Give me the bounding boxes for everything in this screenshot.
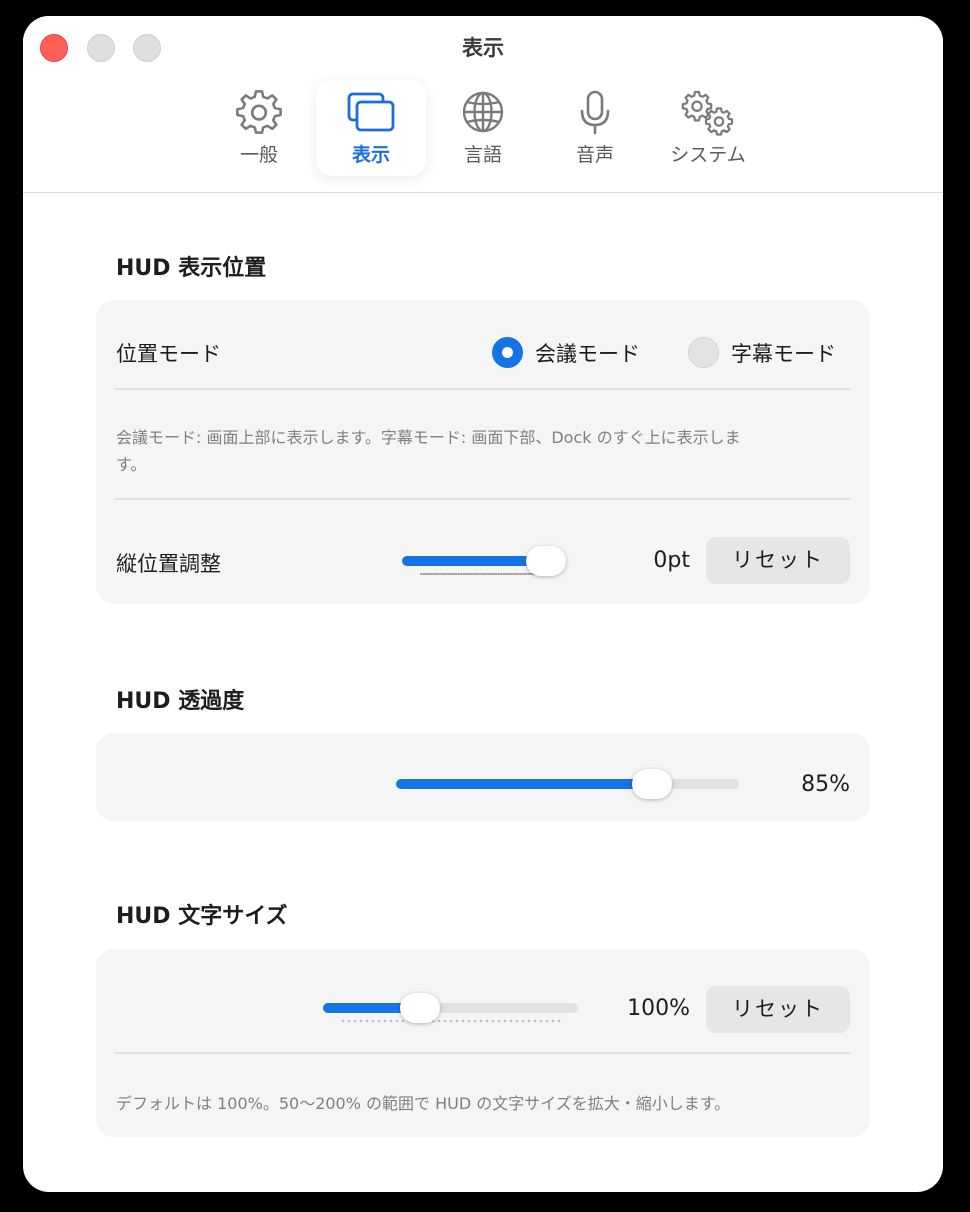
- divider: [115, 498, 851, 500]
- tab-system[interactable]: システム: [652, 80, 764, 176]
- section-title-hud-position: HUD 表示位置: [116, 256, 267, 281]
- text-size-description: デフォルトは 100%。50〜200% の範囲で HUD の文字サイズを拡大・縮…: [116, 1094, 731, 1113]
- window-title: 表示: [462, 36, 504, 60]
- tab-display-label: 表示: [351, 144, 390, 166]
- tab-audio-label: 音声: [575, 144, 614, 166]
- opacity-value: 85%: [801, 772, 850, 797]
- text-size-reset-button[interactable]: リセット: [706, 986, 850, 1033]
- section-title-hud-opacity: HUD 透過度: [116, 689, 245, 714]
- vertical-adjust-slider-knob[interactable]: [526, 546, 566, 576]
- tab-general[interactable]: 一般: [204, 80, 314, 176]
- titlebar: 表示 一般 表示 言語 音声 システム: [23, 16, 943, 193]
- gears-icon: [652, 90, 764, 136]
- preferences-window: 表示 一般 表示 言語 音声 システム HUD 表示位置 位置モード 会議モード…: [23, 16, 943, 1192]
- microphone-icon: [540, 90, 650, 136]
- position-mode-description: 会議モード: 画面上部に表示します。字幕モード: 画面下部、Dock のすぐ上に…: [116, 428, 741, 474]
- display-icon: [316, 90, 426, 136]
- vertical-reset-button[interactable]: リセット: [706, 537, 850, 584]
- card-hud-position: 位置モード 会議モード 字幕モード 会議モード: 画面上部に表示します。字幕モー…: [96, 300, 870, 604]
- position-mode-label: 位置モード: [116, 342, 221, 366]
- opacity-slider[interactable]: [396, 779, 739, 789]
- radio-subtitle-mode-label: 字幕モード: [731, 342, 836, 366]
- divider: [115, 1052, 851, 1054]
- card-hud-text-size: 100% リセット デフォルトは 100%。50〜200% の範囲で HUD の…: [96, 949, 870, 1137]
- text-size-slider-knob[interactable]: [400, 993, 441, 1023]
- tab-language[interactable]: 言語: [428, 80, 538, 176]
- radio-meeting-mode-label: 会議モード: [535, 342, 640, 366]
- section-title-hud-text-size: HUD 文字サイズ: [116, 904, 288, 929]
- opacity-slider-fill: [396, 779, 653, 789]
- card-hud-opacity: 85%: [96, 733, 870, 821]
- tab-display[interactable]: 表示: [316, 80, 426, 176]
- text-size-value: 100%: [627, 996, 690, 1021]
- radio-meeting-mode[interactable]: [492, 337, 523, 368]
- vertical-adjust-label: 縦位置調整: [116, 552, 221, 576]
- tab-system-label: システム: [670, 144, 746, 166]
- tab-language-label: 言語: [463, 144, 502, 166]
- vertical-adjust-slider-fill: [402, 556, 546, 566]
- tab-audio[interactable]: 音声: [540, 80, 650, 176]
- divider: [115, 388, 851, 390]
- opacity-slider-knob[interactable]: [632, 769, 673, 799]
- radio-subtitle-mode[interactable]: [688, 337, 719, 368]
- globe-icon: [428, 90, 538, 136]
- toolbar-tabs: 一般 表示 言語 音声 システム: [23, 80, 943, 176]
- tab-general-label: 一般: [239, 144, 278, 166]
- vertical-adjust-value: 0pt: [653, 548, 690, 573]
- gear-icon: [204, 90, 314, 136]
- text-size-ticks: [340, 1019, 562, 1023]
- text-size-slider[interactable]: [323, 1003, 578, 1013]
